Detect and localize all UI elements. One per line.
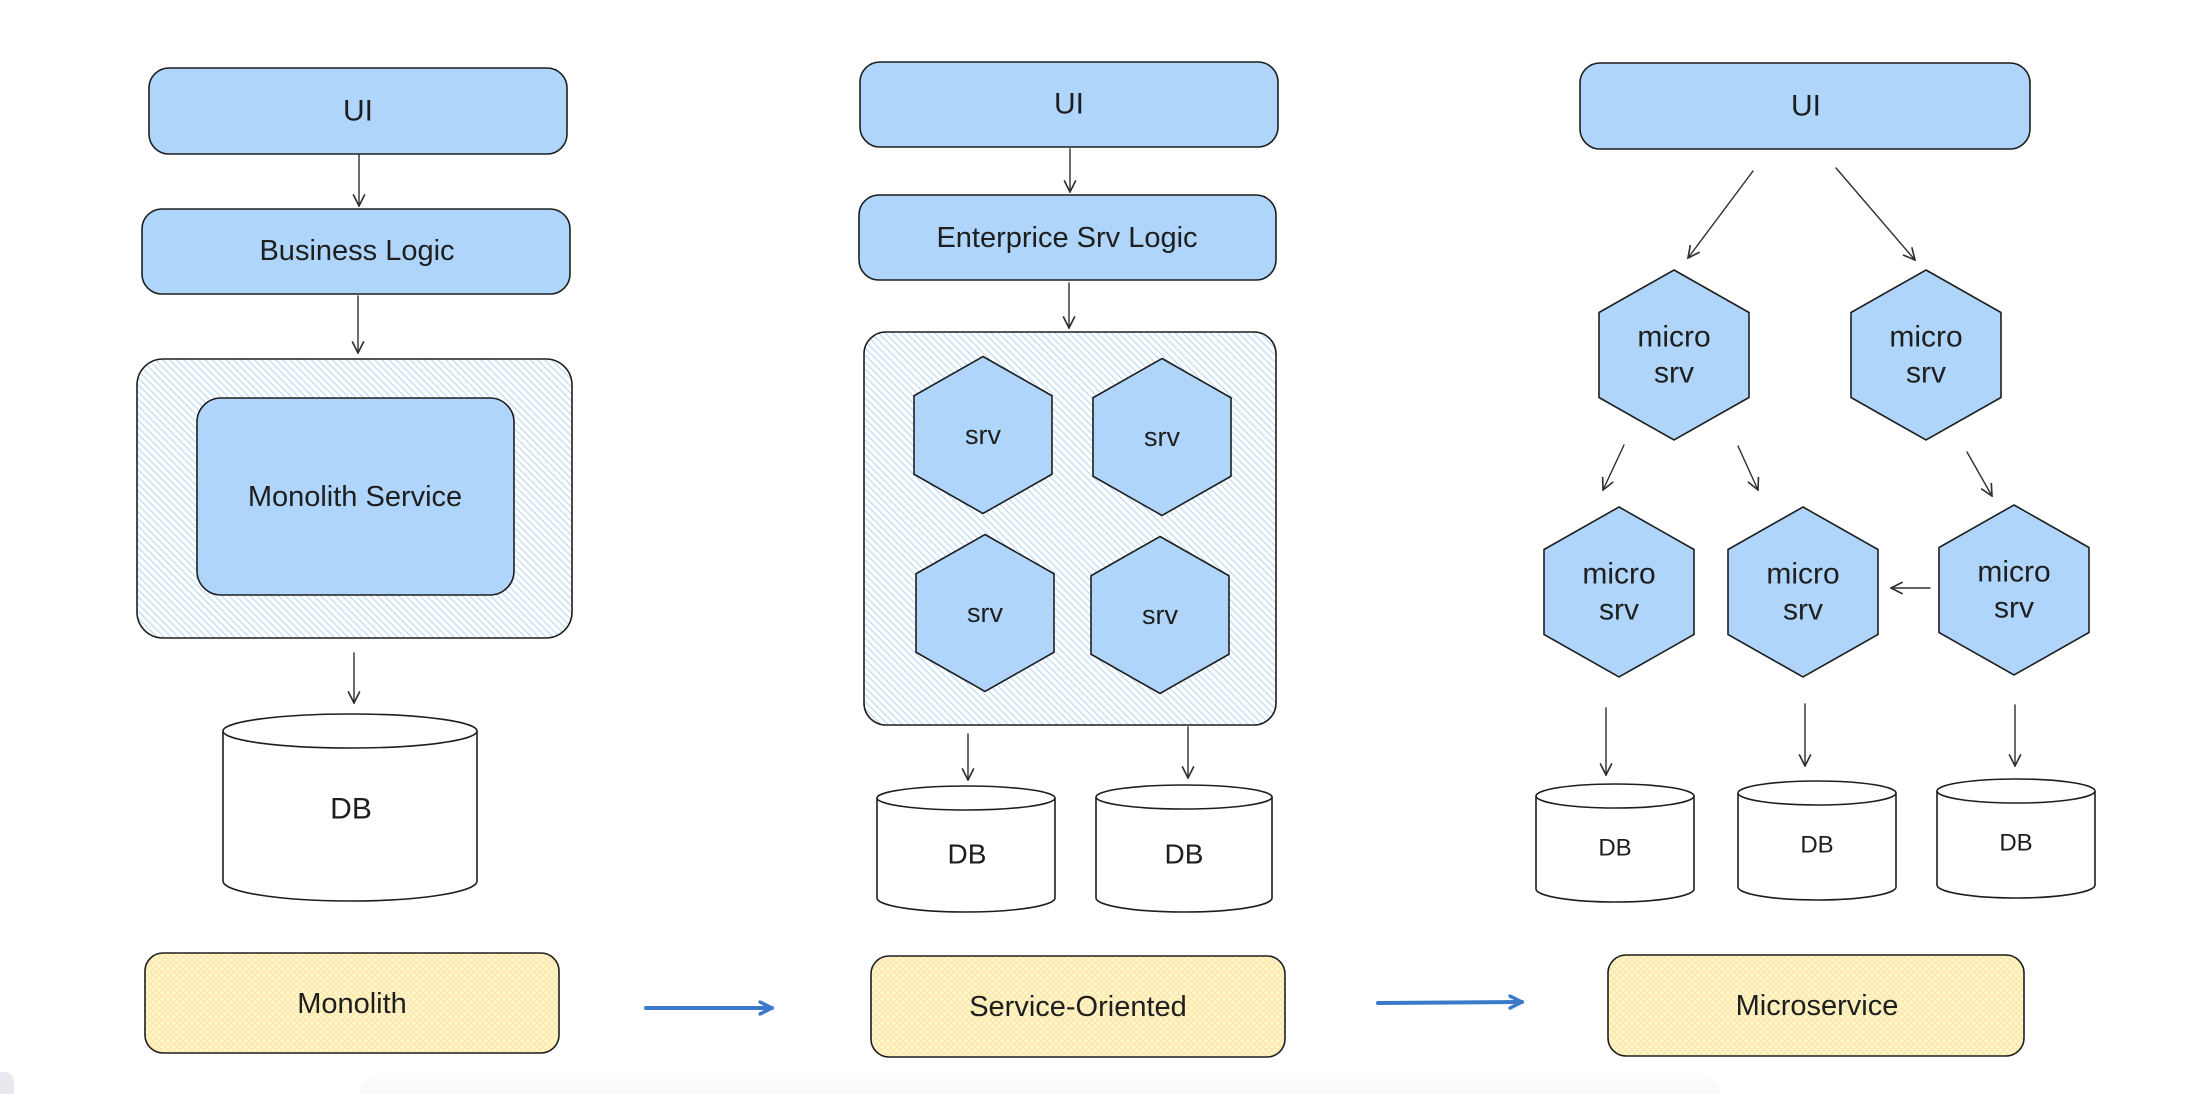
arrow-ui-to-micro-2 [1835,167,1915,260]
ui-box[interactable]: UI [859,61,1279,148]
db-label: DB [1165,839,1204,870]
microservice-column: UI microsrvmicrosrvmicrosrvmicrosrvmicro… [1535,62,2096,1057]
arrow-micro-1-to-b [1737,445,1758,490]
hexagon-shape [1727,506,1879,678]
side-panel-tab[interactable] [0,1072,14,1094]
soa-column: UI Enterprice Srv Logic srv srvsrv srv DB … [858,61,1286,1058]
hexagon-label: micro [1582,558,1655,591]
db-label: DB [1800,832,1833,859]
database[interactable]: DB [1095,784,1273,913]
db-label: DB [948,839,987,870]
hexagon-label: srv [1144,422,1180,452]
bottom-toolbar-shadow [360,1072,1720,1094]
monolith-service-box[interactable]: Monolith Service [196,397,515,596]
hexagon-label: srv [1994,592,2034,625]
transition-arrow-2 [1376,1002,1524,1003]
arrow-micro-2-to-c [1966,451,1992,496]
monolith-column: UI Business Logic Monolith Service DB Mo… [136,67,573,1054]
db-label: DB [1999,830,2032,857]
stage-label-service-oriented: Service-Oriented [870,955,1286,1058]
monolith-service-label: Monolith Service [248,481,462,513]
hexagon-label: srv [967,598,1003,628]
database[interactable]: DB [1737,780,1897,901]
stage-label-text: Monolith [297,988,407,1020]
enterprise-logic-box[interactable]: Enterprice Srv Logic [858,194,1277,281]
service-hexagon[interactable]: microsrv [1727,506,1879,678]
database[interactable]: DB [1936,778,2096,899]
architecture-diagram: UI Business Logic Monolith Service DB Mo… [136,61,2096,1058]
enterprise-logic-label: Enterprice Srv Logic [936,222,1197,254]
hexagon-label: srv [1142,600,1178,630]
hexagon-shape [1543,506,1695,678]
arrow-ui-to-micro-1 [1688,170,1754,258]
hexagon-label: srv [1654,357,1694,390]
database[interactable]: DB [1535,783,1695,903]
hexagon-label: srv [1783,594,1823,627]
hexagon-label: micro [1637,321,1710,354]
hexagon-label: srv [965,420,1001,450]
hexagon-label: micro [1889,321,1962,354]
stage-label-text: Service-Oriented [969,991,1187,1023]
business-logic-label: Business Logic [259,235,454,267]
service-hexagon[interactable]: microsrv [1938,504,2090,676]
ui-label: UI [1054,88,1084,121]
ui-box[interactable]: UI [148,67,568,155]
ui-box[interactable]: UI [1579,62,2031,150]
db-label: DB [1598,835,1631,862]
stage-label-monolith: Monolith [144,952,560,1054]
hexagon-shape [1850,269,2002,441]
hexagon-label: srv [1599,594,1639,627]
service-hexagon[interactable]: microsrv [1598,269,1750,441]
stage-label-text: Microservice [1736,990,1899,1022]
ui-label: UI [1791,90,1821,123]
database[interactable]: DB [222,713,478,902]
ui-label: UI [343,95,373,128]
arrow-micro-1-to-a [1603,444,1625,490]
business-logic-box[interactable]: Business Logic [141,208,571,295]
stage-label-microservice: Microservice [1607,954,2025,1057]
hexagon-shape [1938,504,2090,676]
db-label: DB [330,793,372,826]
service-hexagon[interactable]: microsrv [1543,506,1695,678]
hexagon-label: micro [1766,558,1839,591]
hexagon-label: srv [1906,357,1946,390]
hexagon-shape [1598,269,1750,441]
database[interactable]: DB [876,785,1056,913]
hexagon-label: micro [1977,556,2050,589]
service-hexagon[interactable]: microsrv [1850,269,2002,441]
